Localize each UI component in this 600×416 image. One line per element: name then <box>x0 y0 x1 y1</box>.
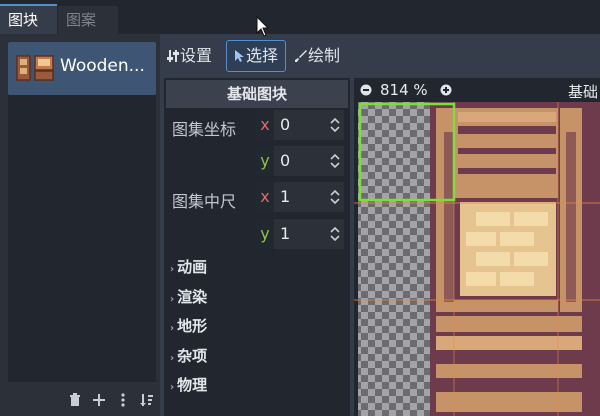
mouse-cursor-icon <box>256 16 270 37</box>
axis-x-label: x <box>256 110 274 140</box>
paint-mode-label: 绘制 <box>308 46 341 65</box>
tileset-icon <box>16 55 54 81</box>
zoom-level: 814 % <box>380 81 428 99</box>
add-icon[interactable] <box>92 393 106 407</box>
axis-x-label: x <box>256 182 274 212</box>
section-rendering-label: 渲染 <box>177 288 208 306</box>
settings-mode-label: 设置 <box>180 46 213 65</box>
chevron-right-icon: › <box>170 323 175 334</box>
chevron-right-icon: › <box>170 382 175 393</box>
zoom-out-icon[interactable] <box>360 84 372 96</box>
canvas-title: 基础 <box>568 83 599 101</box>
axis-y-label: y <box>256 146 274 176</box>
atlas-coords-label: 图集坐标 <box>172 120 237 139</box>
atlas-coords-x-field[interactable]: x 0 <box>256 110 344 140</box>
more-vertical-icon[interactable] <box>116 393 130 407</box>
atlas-canvas[interactable]: 814 % 基础 <box>354 78 600 416</box>
spinner-icon[interactable] <box>330 153 340 169</box>
inspector-header: 基础图块 <box>166 80 348 108</box>
tab-tiles[interactable]: 图块 <box>0 4 57 34</box>
sliders-icon <box>167 50 179 62</box>
spinner-icon[interactable] <box>330 189 340 205</box>
tile-inspector: 基础图块 图集坐标 x 0 y 0 图集中尺 x 1 y 1 › 动画 › 渲染 ›… <box>164 78 350 416</box>
section-physics[interactable]: › 物理 <box>170 374 207 395</box>
trash-icon[interactable] <box>68 393 82 407</box>
select-mode-button[interactable]: 选择 <box>226 40 286 72</box>
atlas-size-x-field[interactable]: x 1 <box>256 182 344 212</box>
sort-icon[interactable] <box>140 393 154 407</box>
chevron-right-icon: › <box>170 294 175 305</box>
chevron-right-icon: › <box>170 264 175 275</box>
pointer-icon <box>234 50 244 62</box>
chevron-right-icon: › <box>170 353 175 364</box>
atlas-size-y-value: 1 <box>280 224 291 243</box>
settings-mode-button[interactable]: 设置 <box>166 42 212 70</box>
section-animation-label: 动画 <box>177 258 208 276</box>
section-animation[interactable]: › 动画 <box>170 256 207 277</box>
atlas-size-y-field[interactable]: y 1 <box>256 219 344 249</box>
section-rendering[interactable]: › 渲染 <box>170 286 207 307</box>
paint-mode-button[interactable]: 绘制 <box>294 42 340 70</box>
atlas-coords-y-value: 0 <box>280 151 291 170</box>
atlas-texture-view <box>354 102 600 416</box>
zoom-in-icon[interactable] <box>440 84 452 96</box>
brush-icon <box>295 50 307 62</box>
source-item-label: Wooden... <box>60 56 145 76</box>
atlas-size-x-value: 1 <box>280 187 291 206</box>
section-misc[interactable]: › 杂项 <box>170 345 207 366</box>
atlas-size-label: 图集中尺 <box>172 192 237 211</box>
tile-sources-list: Wooden... <box>8 42 156 382</box>
source-list-tools <box>60 390 160 412</box>
atlas-coords-x-value: 0 <box>280 115 291 134</box>
spinner-icon[interactable] <box>330 117 340 133</box>
section-physics-label: 物理 <box>177 376 208 394</box>
spinner-icon[interactable] <box>330 226 340 242</box>
source-item-wooden[interactable]: Wooden... <box>8 42 156 95</box>
section-terrain[interactable]: › 地形 <box>170 315 207 336</box>
atlas-coords-y-field[interactable]: y 0 <box>256 146 344 176</box>
tab-patterns[interactable]: 图案 <box>58 6 118 34</box>
axis-y-label: y <box>256 219 274 249</box>
section-misc-label: 杂项 <box>177 347 208 365</box>
select-mode-label: 选择 <box>245 46 278 65</box>
sources-panel: Wooden... <box>0 34 160 416</box>
section-terrain-label: 地形 <box>177 317 208 335</box>
zoom-bar: 814 % 基础 <box>354 78 600 102</box>
